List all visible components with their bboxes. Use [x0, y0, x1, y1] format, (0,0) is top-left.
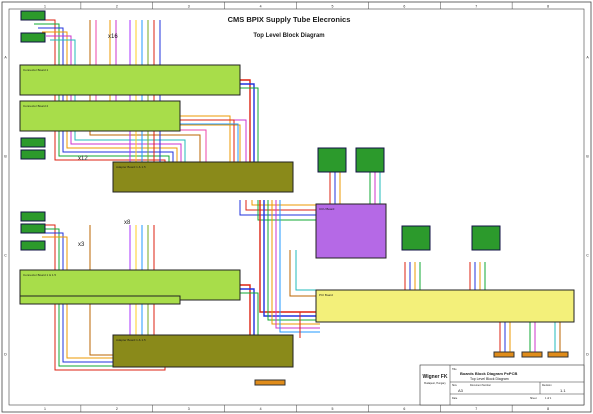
title-value: Boards Block Diagram PxPCB: [460, 371, 517, 376]
title-value-2: Top Level Block Diagram: [470, 377, 509, 381]
border-col-label: 8: [547, 5, 549, 9]
date-label: Date: [452, 397, 458, 400]
connector-board-4: [19, 295, 181, 305]
border-row-label: B: [4, 155, 7, 159]
border-col-label: 1: [44, 5, 46, 9]
doc-label: Document Number: [470, 384, 491, 387]
connector-board-1: [19, 64, 241, 96]
border-col-label: 2: [116, 407, 118, 411]
multiplier-low-a: x8: [124, 220, 131, 226]
border-row-label: C: [4, 254, 7, 258]
multiplier-low-b: x3: [78, 242, 85, 248]
title-block: Wigner FK Budapest, Hungary Title Boards…: [419, 364, 585, 406]
border-col-label: 3: [188, 407, 190, 411]
connector-strip-2: [521, 351, 543, 358]
connector-strip-3: [547, 351, 569, 358]
module-ccu-b: [355, 147, 385, 173]
border-col-label: 5: [331, 407, 333, 411]
border-row-label: A: [4, 56, 7, 60]
ccu-board: [315, 203, 387, 259]
module-low-1: [20, 211, 46, 222]
connector-board-1-label: Connector Board 1: [23, 68, 49, 72]
rev-value: 1.1: [560, 388, 566, 393]
size-label: Size: [452, 384, 457, 387]
border-col-label: 6: [403, 407, 405, 411]
module-ccu-a: [317, 147, 347, 173]
border-col-label: 7: [475, 5, 477, 9]
border-col-label: 4: [260, 5, 262, 9]
diagram-subtitle: Top Level Block Diagram: [253, 33, 324, 39]
module-top-2: [20, 32, 46, 43]
pci-board: [315, 289, 575, 323]
border-row-label: B: [586, 155, 589, 159]
company-sub: Budapest, Hungary: [424, 382, 446, 385]
border-col-label: 5: [331, 5, 333, 9]
block-diagram: 1 1 2 2 3 3 4 4 5 5 6 6 7 7 8 8 A A B B C C D D CMS BPIX Suppl…: [1, 1, 592, 413]
title-label: Title: [452, 368, 457, 371]
border-col-label: 3: [188, 5, 190, 9]
adapter-board-2-label: Adapter Board 1 & 1.5: [116, 338, 146, 342]
module-right-2: [471, 225, 501, 251]
module-mid-2: [20, 149, 46, 160]
multiplier-mid: x12: [78, 156, 88, 162]
diagram-title: CMS BPIX Supply Tube Elecronics: [228, 15, 351, 24]
connector-strip-4: [254, 379, 286, 386]
sheet-label: Sheet: [530, 397, 537, 400]
module-low-3: [20, 240, 46, 251]
connector-strip-1: [493, 351, 515, 358]
border-col-label: 6: [403, 5, 405, 9]
border-col-label: 2: [116, 5, 118, 9]
border-col-label: 7: [475, 407, 477, 411]
border-col-label: 8: [547, 407, 549, 411]
border-row-label: D: [586, 353, 589, 357]
adapter-board-1-label: Adapter Board 1 & 1.5: [116, 165, 146, 169]
border-col-label: 4: [260, 407, 262, 411]
multiplier-top: x16: [108, 34, 118, 40]
connector-board-2-label: Connector Board 2: [23, 104, 49, 108]
border-row-label: A: [586, 56, 589, 60]
module-mid-1: [20, 137, 46, 148]
company-name: Wigner FK: [423, 374, 448, 380]
schematic-sheet: 1 1 2 2 3 3 4 4 5 5 6 6 7 7 8 8 A A B B C C D D CMS BPIX Suppl…: [0, 0, 593, 414]
module-right-1: [401, 225, 431, 251]
module-low-2: [20, 223, 46, 234]
connector-board-3-label: Connector Board 1 & 1.5: [23, 273, 56, 277]
sheet-value: 1 of 1: [545, 397, 552, 400]
ccu-board-label: CCU Board: [319, 207, 335, 211]
pci-board-label: PCI Board: [319, 293, 333, 297]
border-row-label: D: [4, 353, 7, 357]
border-row-label: C: [586, 254, 589, 258]
rev-label: Revision: [542, 384, 552, 387]
module-top-1: [20, 10, 46, 21]
size-value: A3: [458, 388, 464, 393]
border-col-label: 1: [44, 407, 46, 411]
